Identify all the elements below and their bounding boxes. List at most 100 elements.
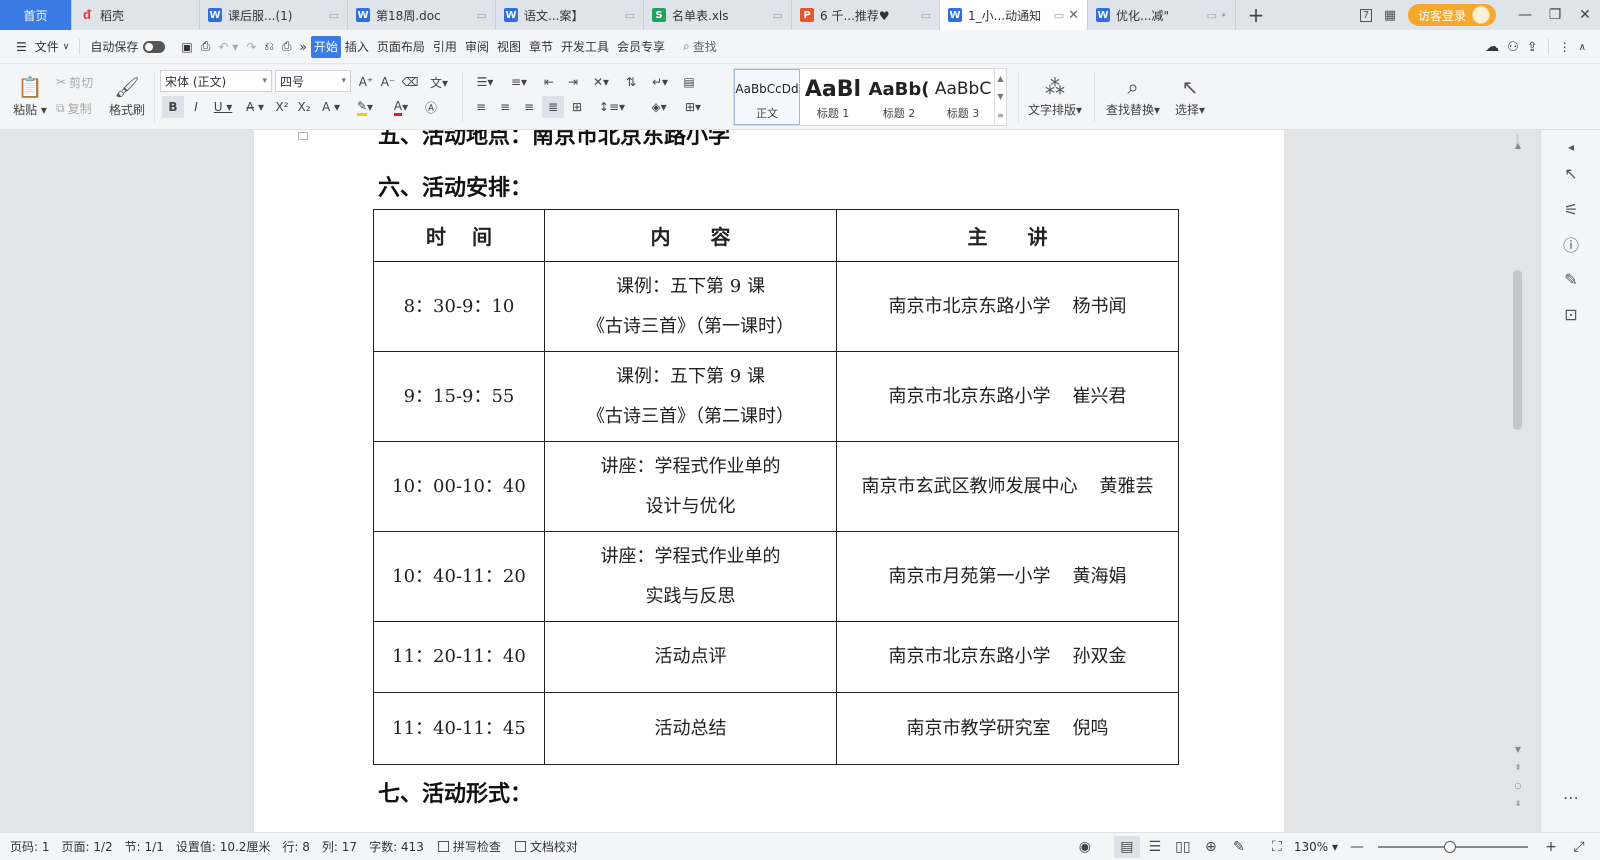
- status-section[interactable]: 节: 1/1: [125, 838, 164, 855]
- font-size-select[interactable]: 四号 ▾: [275, 70, 351, 92]
- outline-view-icon[interactable]: ☰: [1142, 836, 1168, 858]
- print-preview-icon[interactable]: ⎙: [197, 36, 215, 58]
- format-icon[interactable]: ⎌: [260, 36, 278, 58]
- char-border-icon[interactable]: Ⓐ: [420, 96, 442, 118]
- sort-icon[interactable]: ⇅: [620, 72, 642, 92]
- style-scroll[interactable]: ▲ ▼ ≡: [994, 69, 1006, 125]
- hamburger-icon[interactable]: ☰: [12, 36, 31, 58]
- scroll-down-icon[interactable]: ▼: [1510, 742, 1526, 756]
- tab-document[interactable]: W 语文...案】 ▭: [496, 0, 644, 30]
- zoom-out-icon[interactable]: —: [1344, 836, 1370, 858]
- strikethrough-icon[interactable]: A̶ ▾: [242, 96, 268, 118]
- text-layout-button[interactable]: ⁂ 文字排版▾: [1024, 68, 1086, 124]
- minimize-icon[interactable]: —: [1510, 0, 1540, 30]
- status-column[interactable]: 列: 17: [322, 838, 357, 855]
- layout-icon[interactable]: ▦: [1378, 0, 1402, 30]
- search-button[interactable]: ⌕ 查找: [679, 36, 721, 58]
- subscript-icon[interactable]: X₂: [294, 96, 314, 118]
- justify-icon[interactable]: ≣: [542, 96, 564, 118]
- cloud-sync-icon[interactable]: ☁: [1481, 36, 1503, 58]
- guest-login-button[interactable]: 访客登录: [1407, 4, 1496, 26]
- font-color-icon[interactable]: A ▾: [386, 96, 416, 118]
- chevron-up-icon[interactable]: ▲: [997, 74, 1003, 83]
- tab-document[interactable]: W 优化...减" ▭ •: [1088, 0, 1236, 30]
- select-button[interactable]: ↖ 选择▾: [1168, 68, 1212, 124]
- web-view-icon[interactable]: ⊕: [1198, 836, 1224, 858]
- page-view-icon[interactable]: ▤: [1113, 836, 1140, 858]
- more-sidebar-icon[interactable]: ⋯: [1541, 782, 1600, 812]
- doc-check-button[interactable]: 文档校对: [514, 838, 578, 855]
- status-pages[interactable]: 页面: 1/2: [62, 838, 113, 855]
- cut-button[interactable]: ✂ 剪切: [56, 72, 93, 92]
- more-icon[interactable]: »: [296, 36, 311, 58]
- scroll-up-icon[interactable]: ▲: [1510, 138, 1526, 152]
- undo-icon[interactable]: ↶ ▾: [214, 36, 242, 58]
- next-page-icon[interactable]: ⇟: [1510, 796, 1526, 810]
- print-icon[interactable]: ⎙: [278, 36, 296, 58]
- menu-page-layout[interactable]: 页面布局: [373, 36, 429, 58]
- close-tab-icon[interactable]: ✕: [1068, 8, 1079, 23]
- menu-insert[interactable]: 插入: [341, 36, 373, 58]
- decrease-indent-icon[interactable]: ⇤: [538, 72, 560, 92]
- italic-button[interactable]: I: [186, 96, 206, 118]
- restore-icon[interactable]: ❐: [1540, 0, 1570, 30]
- new-tab-button[interactable]: +: [1236, 0, 1276, 30]
- collapse-ribbon-icon[interactable]: ∧: [1575, 36, 1590, 58]
- redo-icon[interactable]: ↷: [242, 36, 260, 58]
- adjust-icon[interactable]: ⚟: [1541, 194, 1600, 224]
- tab-document-active[interactable]: W 1_小...动通知 ▭ ✕: [940, 0, 1088, 30]
- save-icon[interactable]: ▣: [177, 36, 196, 58]
- menu-section[interactable]: 章节: [525, 36, 557, 58]
- superscript-icon[interactable]: X²: [272, 96, 292, 118]
- spellcheck-button[interactable]: 拼写检查: [437, 838, 501, 855]
- zoom-in-icon[interactable]: +: [1538, 836, 1564, 858]
- numbering-icon[interactable]: ≡▾: [504, 72, 534, 92]
- align-left-icon[interactable]: ≡: [470, 96, 492, 118]
- tab-count-icon[interactable]: 7: [1354, 0, 1378, 30]
- status-page-number[interactable]: 页码: 1: [10, 838, 50, 855]
- toggle-switch[interactable]: [143, 40, 166, 53]
- status-row[interactable]: 行: 8: [282, 838, 310, 855]
- text-effect-icon[interactable]: A ▾: [318, 96, 344, 118]
- write-mode-icon[interactable]: ✎: [1226, 836, 1252, 858]
- zoom-slider-knob[interactable]: [1444, 841, 1456, 853]
- select-browse-icon[interactable]: ○: [1510, 778, 1526, 792]
- select-pointer-icon[interactable]: ↖: [1541, 158, 1600, 188]
- help-icon[interactable]: ⓘ: [1541, 229, 1600, 259]
- grow-font-icon[interactable]: A⁺: [356, 72, 376, 92]
- scroll-thumb[interactable]: [1513, 270, 1522, 430]
- vertical-scrollbar[interactable]: ▲ ▼ ⇞ ○ ⇟: [1510, 130, 1526, 832]
- style-heading-3[interactable]: AaBbC 标题 3: [930, 69, 996, 125]
- collaborate-icon[interactable]: ⚇: [1503, 36, 1523, 58]
- tab-daoke[interactable]: ᵭ 稻壳: [72, 0, 200, 30]
- tab-home[interactable]: 首页: [0, 0, 72, 30]
- reading-view-icon[interactable]: ▯▯: [1170, 836, 1196, 858]
- table-grid-icon[interactable]: ▤: [678, 72, 700, 92]
- document-page[interactable]: 五、活动地点：南京市北京东路小学 六、活动安排： 时间 内容 主讲 8：30-9…: [254, 130, 1284, 832]
- status-setting[interactable]: 设置值: 10.2厘米: [176, 838, 271, 855]
- paste-button[interactable]: 📋 粘贴 ▾: [10, 68, 50, 124]
- menu-references[interactable]: 引用: [429, 36, 461, 58]
- prev-page-icon[interactable]: ⇞: [1510, 760, 1526, 774]
- pen-icon[interactable]: ✎: [1541, 264, 1600, 294]
- chevron-down-icon[interactable]: ▼: [997, 92, 1003, 101]
- align-right-icon[interactable]: ≡: [518, 96, 540, 118]
- image-tool-icon[interactable]: ⊡: [1541, 299, 1600, 329]
- style-heading-2[interactable]: AaBb( 标题 2: [866, 69, 932, 125]
- shrink-font-icon[interactable]: A⁻: [378, 72, 398, 92]
- menu-review[interactable]: 审阅: [461, 36, 493, 58]
- eye-protection-icon[interactable]: ◉: [1072, 836, 1098, 858]
- status-word-count[interactable]: 字数: 413: [369, 838, 424, 855]
- phonetic-icon[interactable]: 文▾: [424, 72, 454, 92]
- line-spacing-icon[interactable]: ↕≡▾: [596, 96, 628, 118]
- increase-indent-icon[interactable]: ⇥: [562, 72, 584, 92]
- close-window-icon[interactable]: ✕: [1570, 0, 1600, 30]
- schedule-table[interactable]: 时间 内容 主讲 8：30-9：10 课例：五下第 9 课《古诗三首》（第一课时…: [373, 209, 1179, 765]
- autosave-toggle[interactable]: 自动保存: [86, 36, 169, 58]
- style-normal[interactable]: AaBbCcDd 正文: [734, 69, 800, 125]
- fullscreen-icon[interactable]: ⤢: [1566, 836, 1592, 858]
- expand-icon[interactable]: ≡: [997, 111, 1004, 120]
- menu-start[interactable]: 开始: [310, 35, 341, 58]
- zoom-level[interactable]: 130% ▾: [1294, 840, 1338, 854]
- menu-developer[interactable]: 开发工具: [557, 36, 613, 58]
